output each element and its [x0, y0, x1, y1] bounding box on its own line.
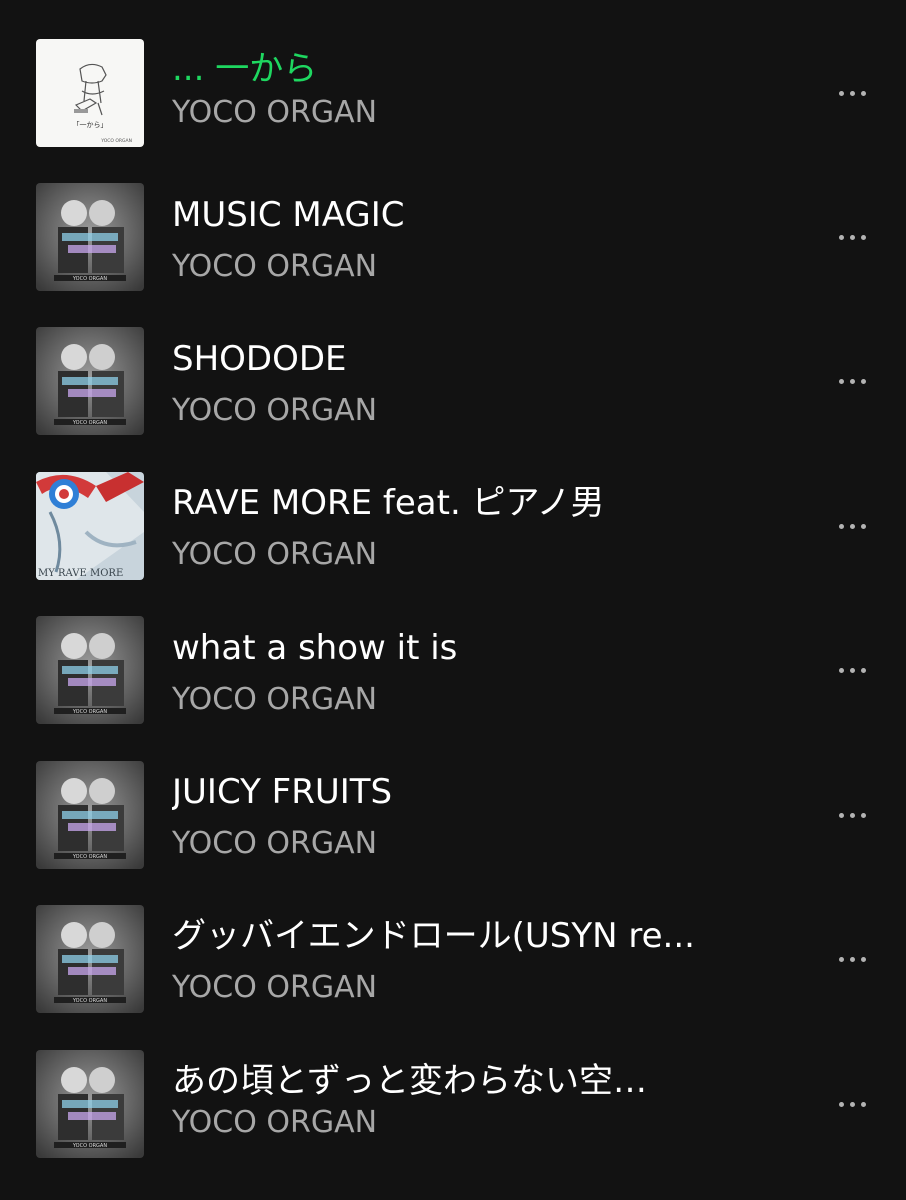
track-artist: YOCO ORGAN	[172, 537, 378, 572]
track-title: RAVE MORE feat. ピアノ男	[172, 483, 605, 523]
track-title: SHODODE	[172, 339, 347, 379]
more-options-button[interactable]	[822, 650, 882, 690]
track-artist: YOCO ORGAN	[172, 826, 378, 861]
track-row[interactable]: YOCO ORGAN JUICY FRUITS YOCO ORGAN	[0, 755, 906, 875]
track-artist: YOCO ORGAN	[172, 393, 378, 428]
artwork-credit-text: YOCO ORGAN	[72, 709, 107, 715]
duo-portrait-cover-art: YOCO ORGAN	[36, 183, 144, 291]
artwork-title-text: MY RAVE MORE	[38, 568, 123, 579]
album-artwork: MY RAVE MORE	[36, 472, 144, 580]
more-options-button[interactable]	[822, 217, 882, 257]
track-title: あの頃とずっと変わらない空…	[172, 1061, 647, 1101]
duo-portrait-cover-art: YOCO ORGAN	[36, 1050, 144, 1158]
track-artist: YOCO ORGAN	[172, 1105, 378, 1140]
more-horizontal-icon	[838, 1101, 866, 1107]
track-row[interactable]: YOCO ORGAN グッバイエンドロール(USYN re... YOCO OR…	[0, 899, 906, 1019]
more-horizontal-icon	[838, 90, 866, 96]
artwork-credit-text: YOCO ORGAN	[72, 854, 107, 860]
artwork-title-text: 「一から」	[73, 121, 108, 129]
duo-portrait-cover-art: YOCO ORGAN	[36, 761, 144, 869]
more-horizontal-icon	[838, 523, 866, 529]
more-horizontal-icon	[838, 378, 866, 384]
sketch-cover-art: 「一から」 YOCO ORGAN	[36, 39, 144, 147]
duo-portrait-cover-art: YOCO ORGAN	[36, 327, 144, 435]
track-title: グッバイエンドロール(USYN re...	[172, 916, 695, 956]
track-title: ... 一から	[172, 49, 318, 89]
album-artwork: 「一から」 YOCO ORGAN	[36, 39, 144, 147]
track-row[interactable]: YOCO ORGAN あの頃とずっと変わらない空… YOCO ORGAN	[0, 1044, 906, 1164]
album-artwork: YOCO ORGAN	[36, 327, 144, 435]
more-horizontal-icon	[838, 667, 866, 673]
artwork-credit-text: YOCO ORGAN	[72, 1143, 107, 1149]
more-options-button[interactable]	[822, 506, 882, 546]
track-artist: YOCO ORGAN	[172, 682, 378, 717]
album-artwork: YOCO ORGAN	[36, 905, 144, 1013]
track-row[interactable]: 「一から」 YOCO ORGAN ... 一から YOCO ORGAN	[0, 33, 906, 153]
track-title: what a show it is	[172, 628, 458, 668]
more-horizontal-icon	[838, 812, 866, 818]
track-title: MUSIC MAGIC	[172, 195, 405, 235]
track-row[interactable]: YOCO ORGAN SHODODE YOCO ORGAN	[0, 321, 906, 441]
rave-more-cover-art: MY RAVE MORE	[36, 472, 144, 580]
more-options-button[interactable]	[822, 939, 882, 979]
album-artwork: YOCO ORGAN	[36, 761, 144, 869]
album-artwork: YOCO ORGAN	[36, 616, 144, 724]
track-row[interactable]: YOCO ORGAN MUSIC MAGIC YOCO ORGAN	[0, 177, 906, 297]
track-row[interactable]: YOCO ORGAN what a show it is YOCO ORGAN	[0, 610, 906, 730]
more-options-button[interactable]	[822, 361, 882, 401]
more-options-button[interactable]	[822, 795, 882, 835]
track-artist: YOCO ORGAN	[172, 249, 378, 284]
more-options-button[interactable]	[822, 73, 882, 113]
album-artwork: YOCO ORGAN	[36, 183, 144, 291]
more-horizontal-icon	[838, 956, 866, 962]
more-options-button[interactable]	[822, 1084, 882, 1124]
artwork-credit-text: YOCO ORGAN	[72, 998, 107, 1004]
track-title: JUICY FRUITS	[172, 772, 393, 812]
more-horizontal-icon	[838, 234, 866, 240]
artwork-credit-text: YOCO ORGAN	[72, 276, 107, 282]
artwork-credit-text: YOCO ORGAN	[72, 420, 107, 426]
track-artist: YOCO ORGAN	[172, 95, 378, 130]
album-artwork: YOCO ORGAN	[36, 1050, 144, 1158]
duo-portrait-cover-art: YOCO ORGAN	[36, 905, 144, 1013]
artwork-credit-text: YOCO ORGAN	[100, 138, 132, 144]
track-row[interactable]: MY RAVE MORE RAVE MORE feat. ピアノ男 YOCO O…	[0, 466, 906, 586]
duo-portrait-cover-art: YOCO ORGAN	[36, 616, 144, 724]
track-artist: YOCO ORGAN	[172, 970, 378, 1005]
